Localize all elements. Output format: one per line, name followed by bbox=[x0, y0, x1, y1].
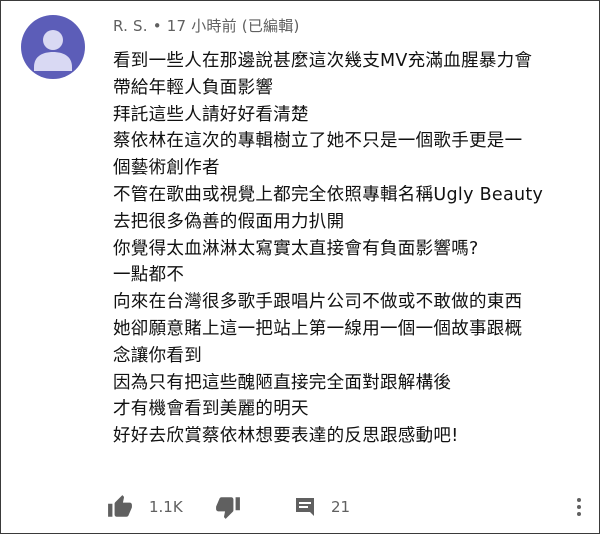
comment-timestamp[interactable]: 17 小時前 (已編輯) bbox=[167, 17, 300, 35]
more-options-button[interactable] bbox=[567, 491, 591, 523]
thumbs-up-icon bbox=[108, 495, 132, 517]
comment-header: R. S. • 17 小時前 (已編輯) bbox=[113, 15, 300, 36]
comment-line: 帶給年輕人負面影響 bbox=[113, 77, 274, 98]
comment-card: R. S. • 17 小時前 (已編輯) 看到一些人在那邊說甚麼這次幾支MV充滿血腥… bbox=[0, 0, 600, 534]
like-count: 1.1K bbox=[149, 498, 183, 516]
like-button[interactable] bbox=[107, 491, 133, 523]
avatar[interactable] bbox=[21, 15, 85, 79]
meta-separator: • bbox=[152, 17, 162, 35]
comment-line: 看到一些人在那邊說甚麼這次幾支MV充滿血腥暴力會 bbox=[113, 51, 533, 71]
comment-line: 因為只有把這些醜陋直接完全面對跟解構後 bbox=[113, 372, 452, 393]
reply-count: 21 bbox=[331, 498, 351, 516]
author-name[interactable]: R. S. bbox=[113, 17, 148, 35]
comment-line: 去把很多偽善的假面用力扒開 bbox=[113, 211, 345, 232]
dislike-button[interactable] bbox=[215, 491, 241, 523]
reply-button[interactable] bbox=[293, 491, 317, 523]
comment-line: 才有機會看到美麗的明天 bbox=[113, 399, 309, 420]
comment-actions: 1.1K 21 bbox=[107, 491, 587, 523]
comment-line: 不管在歌曲或視覺上都完全依照專輯名稱Ugly Beauty bbox=[113, 184, 544, 205]
comment-line: 好好去欣賞蔡依林想要表達的反思跟感動吧! bbox=[113, 426, 459, 447]
comment-line: 向來在台灣很多歌手跟唱片公司不做或不敢做的東西 bbox=[113, 292, 523, 313]
comment-icon bbox=[296, 498, 314, 516]
comment-text: 看到一些人在那邊說甚麼這次幾支MV充滿血腥暴力會 帶給年輕人負面影響 拜託這些人… bbox=[113, 48, 591, 450]
more-vertical-icon bbox=[577, 498, 581, 516]
comment-line: 她卻願意賭上這一把站上第一線用一個一個故事跟概 bbox=[113, 318, 523, 339]
comment-line: 拜託這些人請好好看清楚 bbox=[113, 104, 309, 125]
comment-line: 念讓你看到 bbox=[113, 345, 202, 366]
comment-line: 你覺得太血淋淋太寫實太直接會有負面影響嗎? bbox=[113, 238, 479, 259]
thumbs-down-icon bbox=[216, 497, 240, 519]
comment-line: 一點都不 bbox=[113, 265, 185, 286]
comment-line: 個藝術創作者 bbox=[113, 158, 220, 179]
comment-line: 蔡依林在這次的專輯樹立了她不只是一個歌手更是一 bbox=[113, 131, 523, 152]
default-user-icon bbox=[34, 30, 72, 71]
